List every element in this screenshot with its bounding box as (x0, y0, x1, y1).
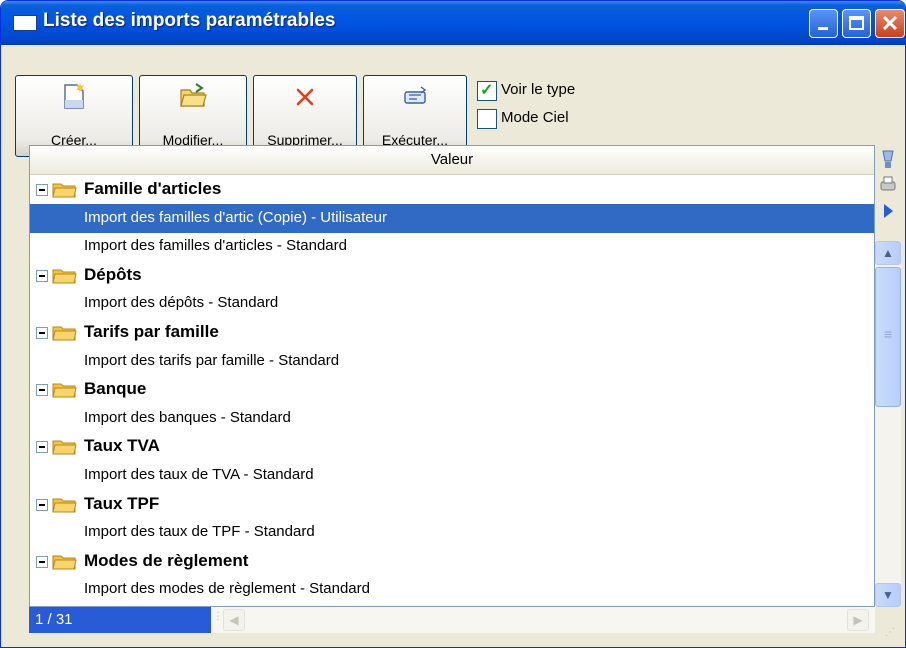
group-label: Banque (84, 379, 147, 399)
minimize-icon (818, 27, 828, 30)
window-icon (13, 15, 37, 31)
folder-icon (52, 498, 77, 513)
group-row[interactable]: Famille d'articles (30, 175, 874, 204)
collapse-toggle-icon[interactable] (36, 441, 48, 454)
run-icon (404, 86, 427, 104)
import-label: Import des familles d'articles - Standar… (84, 237, 347, 255)
import-label: Import des dépôts - Standard (84, 294, 279, 312)
import-list-window: Liste des imports paramétrables ✕ Créer.… (0, 0, 906, 648)
group-row[interactable]: Taux TVA (30, 432, 874, 461)
folder-icon (52, 440, 77, 455)
print-icon[interactable] (875, 173, 901, 197)
column-header-value[interactable]: Valeur (30, 146, 874, 175)
scroll-thumb[interactable] (875, 267, 901, 407)
show-type-checkbox[interactable] (477, 80, 497, 101)
scroll-grip: ⋮ (213, 611, 223, 622)
close-button[interactable]: ✕ (875, 9, 905, 38)
import-row[interactable]: Import des dépôts - Standard (30, 289, 874, 318)
horizontal-scrollbar[interactable]: ⋮ ◀ ▶ (211, 607, 875, 633)
folder-icon (52, 383, 77, 398)
import-row[interactable]: Import des familles d'articles - Standar… (30, 232, 874, 261)
scroll-down-button[interactable]: ▼ (875, 583, 901, 607)
group-label: Modes de règlement (84, 550, 249, 570)
import-row[interactable]: Import des taux de TVA - Standard (30, 461, 874, 490)
collapse-toggle-icon[interactable] (36, 384, 48, 397)
import-row[interactable]: Import des tarifs par famille - Standard (30, 347, 874, 376)
collapse-toggle-icon[interactable] (36, 269, 48, 282)
title-bar[interactable]: Liste des imports paramétrables ✕ (1, 1, 905, 45)
delete-x-icon (296, 88, 314, 106)
group-row[interactable]: Tarifs par famille (30, 318, 874, 347)
group-row[interactable]: Modes de règlement (30, 547, 874, 576)
group-label: Dépôts (84, 264, 142, 284)
import-tree-grid[interactable]: Valeur Famille d'articles Import des fami… (29, 145, 875, 607)
close-icon: ✕ (880, 11, 900, 36)
scroll-right-button[interactable]: ▶ (847, 609, 869, 631)
import-row[interactable]: Import des taux de TPF - Standard (30, 518, 874, 547)
show-type-label[interactable]: Voir le type (501, 81, 575, 98)
import-row[interactable]: Import des banques - Standard (30, 404, 874, 433)
import-label: Import des tarifs par famille - Standard (84, 351, 340, 369)
minimize-button[interactable] (809, 9, 838, 38)
ciel-mode-label[interactable]: Mode Ciel (501, 109, 569, 126)
group-row[interactable]: Banque (30, 375, 874, 404)
folder-icon (52, 555, 77, 570)
scroll-up-button[interactable]: ▲ (875, 241, 901, 265)
record-position: 1 / 31 (29, 607, 211, 633)
collapse-toggle-icon[interactable] (36, 327, 48, 339)
import-row[interactable]: Import des modes de règlement - Standard (30, 575, 874, 604)
group-row[interactable]: Taux TPF (30, 490, 874, 519)
import-label: Import des modes de règlement - Standard (84, 580, 370, 598)
collapse-toggle-icon[interactable] (36, 184, 48, 196)
folder-icon (52, 326, 77, 341)
maximize-button[interactable] (842, 9, 871, 38)
group-label: Famille d'articles (84, 179, 222, 198)
import-label: Import des familles d'artic (Copie) - Ut… (84, 208, 387, 226)
folder-icon (52, 269, 77, 284)
group-label: Taux TVA (84, 436, 160, 456)
folder-icon (52, 183, 77, 198)
group-row[interactable]: Dépôts (30, 261, 874, 290)
import-row[interactable]: Import des familles d'artic (Copie) - Ut… (30, 203, 874, 233)
column-chooser-icon[interactable] (875, 147, 901, 171)
window-title: Liste des imports paramétrables (43, 10, 336, 31)
vertical-scrollbar[interactable]: ▲ ▼ (875, 241, 901, 607)
import-label: Import des taux de TPF - Standard (84, 523, 315, 541)
open-folder-icon (180, 83, 207, 107)
resize-grip[interactable]: ⋰ (885, 627, 905, 647)
group-label: Tarifs par famille (84, 322, 219, 341)
new-document-icon (64, 83, 84, 109)
ciel-mode-checkbox[interactable] (477, 109, 497, 129)
collapse-toggle-icon[interactable] (36, 498, 48, 511)
maximize-icon (849, 16, 864, 30)
scroll-left-button[interactable]: ◀ (223, 609, 245, 631)
import-label: Import des banques - Standard (84, 408, 291, 426)
navigate-right-icon[interactable] (875, 199, 901, 223)
collapse-toggle-icon[interactable] (36, 555, 48, 568)
import-label: Import des taux de TVA - Standard (84, 466, 314, 483)
group-label: Taux TPF (84, 493, 160, 513)
